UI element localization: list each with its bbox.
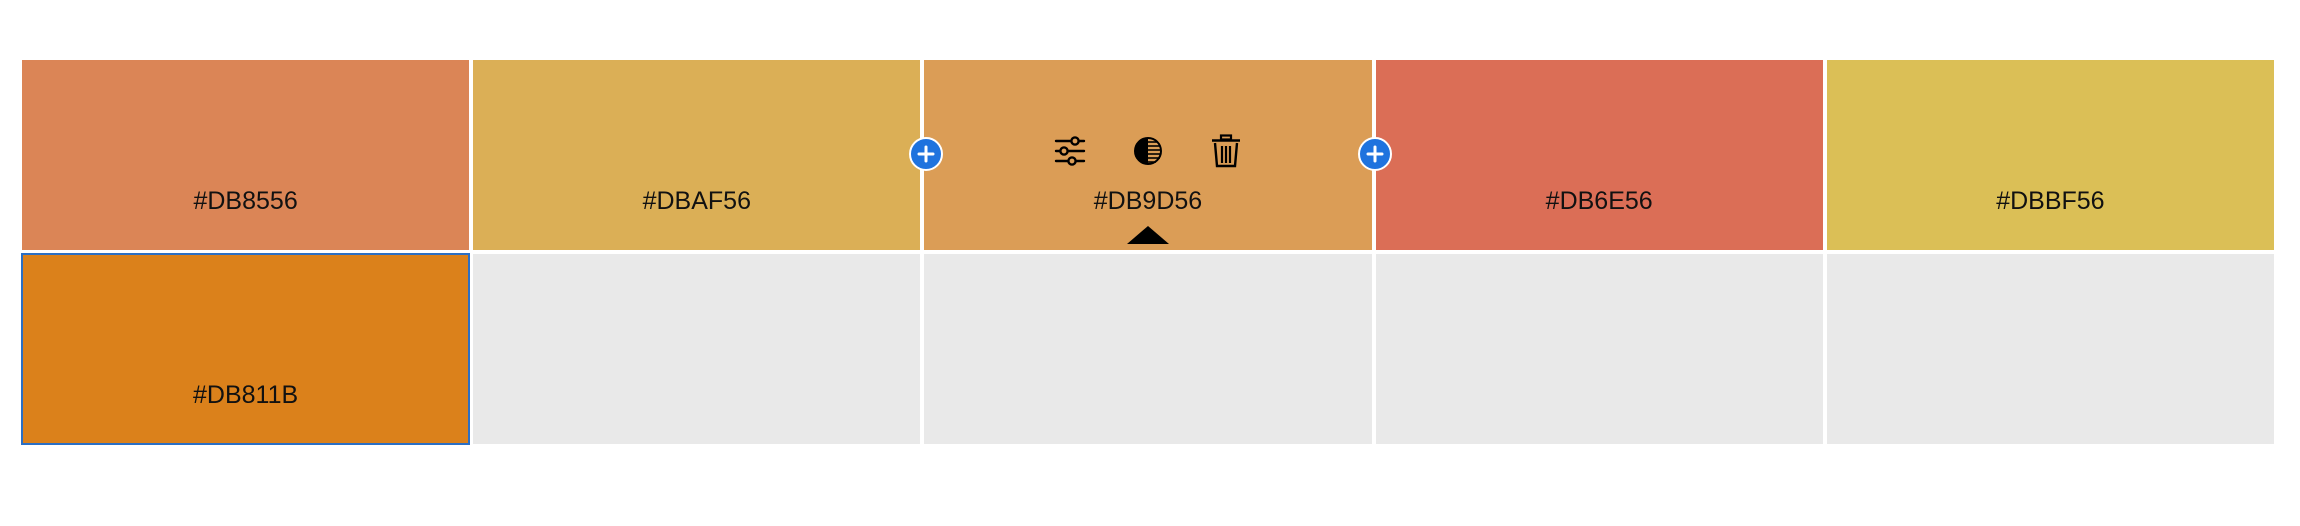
add-color-left-button[interactable] [909,137,943,171]
plus-icon [1366,145,1384,163]
add-color-right-button[interactable] [1358,137,1392,171]
swatch-hex-label: #DB9D56 [1093,187,1203,215]
empty-swatch-slot[interactable] [1826,254,2274,444]
swatch-hex-label: #DBAF56 [642,187,751,215]
empty-swatch-slot[interactable] [1375,254,1823,444]
color-swatch-3[interactable]: #DB9D56 [924,60,1372,250]
plus-icon [917,145,935,163]
sliders-icon [1054,136,1086,166]
selected-pointer-caret [1126,226,1169,244]
swatch-hex-label: #DB811B [193,381,299,409]
shades-button[interactable] [1129,132,1167,170]
swatch-hex-label: #DBBF56 [1996,187,2105,215]
swatch-hex-label: #DB8556 [193,187,298,215]
swatch-hex-label: #DB6E56 [1545,187,1653,215]
color-swatch-4[interactable]: #DB6E56 [1375,60,1823,250]
adjust-sliders-button[interactable] [1051,132,1089,170]
empty-swatch-slot[interactable] [473,254,921,444]
empty-swatch-slot[interactable] [924,254,1372,444]
contrast-icon [1133,137,1162,165]
swatch-toolbar [924,132,1371,170]
delete-button[interactable] [1207,132,1245,170]
color-palette-grid: #DB8556 #DBAF56 #DB9D56 #DB6E56 #DBBF56 … [20,60,2274,445]
color-swatch-2[interactable]: #DBAF56 [473,60,921,250]
color-swatch-6[interactable]: #DB811B [20,253,471,445]
trash-icon [1211,134,1240,168]
color-swatch-5[interactable]: #DBBF56 [1826,60,2274,250]
color-swatch-1[interactable]: #DB8556 [22,60,470,250]
